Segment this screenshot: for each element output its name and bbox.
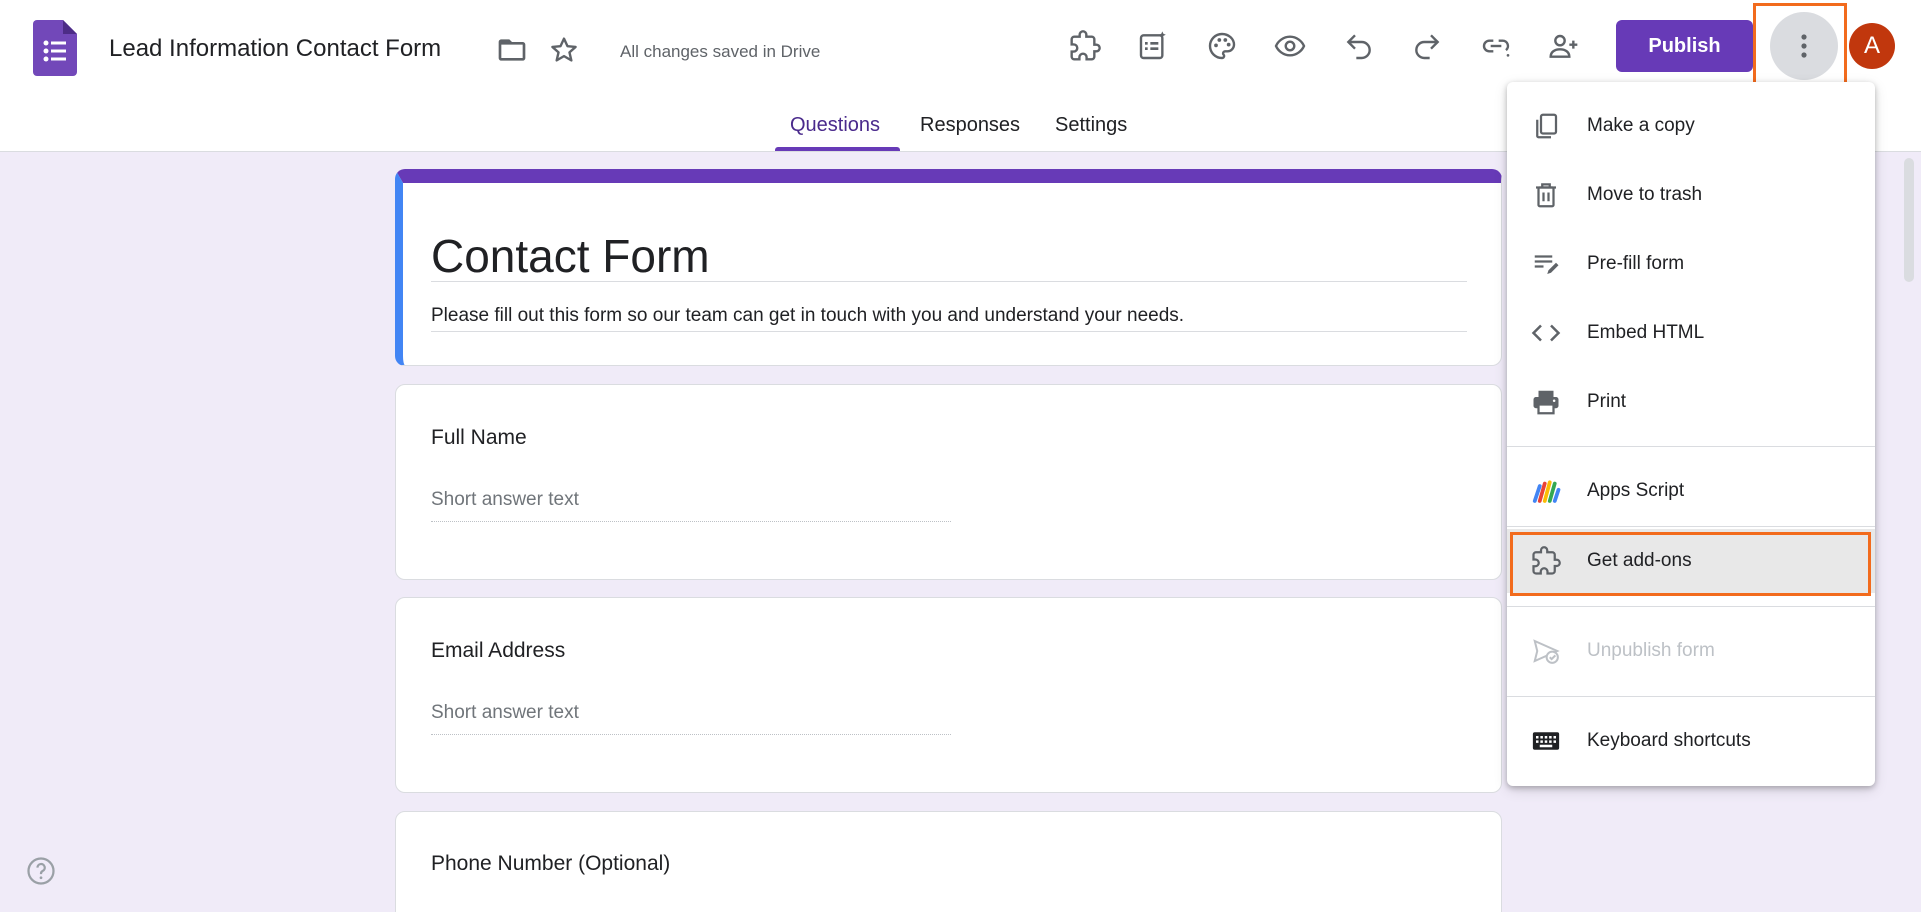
- redo-icon[interactable]: [1409, 28, 1445, 64]
- menu-item-label: Make a copy: [1587, 115, 1695, 136]
- more-options-menu: Make a copy Move to trash Pre-fill form …: [1507, 82, 1875, 786]
- link-icon[interactable]: [1478, 28, 1514, 64]
- question-title[interactable]: Full Name: [431, 426, 527, 450]
- menu-item-label: Keyboard shortcuts: [1587, 730, 1751, 751]
- menu-item-label: Pre-fill form: [1587, 253, 1685, 274]
- save-status: All changes saved in Drive: [620, 42, 821, 61]
- menu-item-label: Unpublish form: [1587, 640, 1715, 661]
- ai-form-icon[interactable]: [1135, 28, 1171, 64]
- question-card[interactable]: Full Name Short answer text: [395, 384, 1502, 580]
- help-icon[interactable]: [26, 856, 56, 886]
- menu-separator: [1507, 526, 1875, 527]
- question-card[interactable]: Phone Number (Optional): [395, 811, 1502, 912]
- palette-icon[interactable]: [1204, 28, 1240, 64]
- active-tab-indicator: [775, 147, 900, 151]
- menu-item-unpublish-form: Unpublish form: [1507, 619, 1875, 683]
- menu-item-apps-script[interactable]: Apps Script: [1507, 459, 1875, 523]
- tab-settings[interactable]: Settings: [1055, 114, 1127, 137]
- form-description[interactable]: Please fill out this form so our team ca…: [431, 305, 1184, 327]
- undo-icon[interactable]: [1341, 28, 1377, 64]
- add-collaborator-icon[interactable]: [1546, 28, 1582, 64]
- menu-separator: [1507, 446, 1875, 447]
- form-title-card[interactable]: Contact Form Please fill out this form s…: [395, 169, 1502, 366]
- keyboard-icon: [1530, 725, 1562, 757]
- menu-item-move-to-trash[interactable]: Move to trash: [1507, 163, 1875, 227]
- question-title[interactable]: Phone Number (Optional): [431, 852, 670, 876]
- folder-icon[interactable]: [496, 34, 528, 66]
- answer-underline: [431, 734, 951, 735]
- publish-button[interactable]: Publish: [1616, 20, 1753, 72]
- menu-item-label: Move to trash: [1587, 184, 1703, 205]
- divider: [431, 281, 1467, 282]
- form-title[interactable]: Contact Form: [431, 229, 710, 283]
- document-title[interactable]: Lead Information Contact Form: [109, 35, 441, 63]
- more-options-highlight: [1753, 3, 1847, 87]
- tab-responses[interactable]: Responses: [920, 114, 1020, 137]
- preview-icon[interactable]: [1272, 28, 1308, 64]
- menu-separator: [1507, 696, 1875, 697]
- menu-separator: [1507, 606, 1875, 607]
- menu-item-label: Apps Script: [1587, 480, 1685, 501]
- menu-item-keyboard-shortcuts[interactable]: Keyboard shortcuts: [1507, 709, 1875, 773]
- apps-script-icon: [1530, 475, 1562, 507]
- answer-placeholder: Short answer text: [431, 489, 579, 510]
- scrollbar[interactable]: [1904, 158, 1914, 282]
- tab-questions[interactable]: Questions: [790, 114, 880, 137]
- prefill-icon: [1530, 248, 1562, 280]
- unpublish-icon: [1530, 635, 1562, 667]
- copy-icon: [1530, 110, 1562, 142]
- star-icon[interactable]: [548, 34, 580, 66]
- divider: [431, 331, 1467, 332]
- avatar[interactable]: A: [1849, 23, 1895, 69]
- menu-item-pre-fill-form[interactable]: Pre-fill form: [1507, 232, 1875, 296]
- addons-icon[interactable]: [1067, 28, 1103, 64]
- question-title[interactable]: Email Address: [431, 639, 565, 663]
- answer-underline: [431, 521, 951, 522]
- code-icon: [1530, 317, 1562, 349]
- menu-item-label: Embed HTML: [1587, 322, 1705, 343]
- forms-logo-icon[interactable]: [33, 20, 77, 76]
- question-card[interactable]: Email Address Short answer text: [395, 597, 1502, 793]
- menu-item-label: Print: [1587, 391, 1627, 412]
- answer-placeholder: Short answer text: [431, 702, 579, 723]
- print-icon: [1530, 386, 1562, 418]
- menu-item-make-copy[interactable]: Make a copy: [1507, 94, 1875, 158]
- trash-icon: [1530, 179, 1562, 211]
- get-add-ons-highlight: [1510, 532, 1871, 596]
- menu-item-embed-html[interactable]: Embed HTML: [1507, 301, 1875, 365]
- menu-item-print[interactable]: Print: [1507, 370, 1875, 434]
